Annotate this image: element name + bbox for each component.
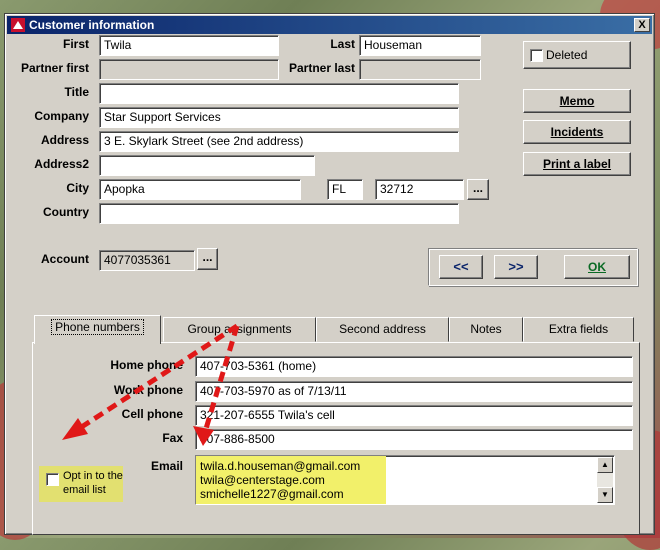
- app-icon: [11, 18, 25, 32]
- title-field[interactable]: [99, 83, 459, 104]
- home-phone-label: Home phone: [110, 358, 183, 372]
- tab-phone-numbers[interactable]: Phone numbers: [34, 315, 161, 344]
- email-item[interactable]: twila@centerstage.com: [200, 473, 614, 487]
- account-lookup-button[interactable]: ...: [197, 248, 218, 270]
- home-phone-field[interactable]: 407-703-5361 (home): [195, 356, 633, 377]
- zip-lookup-button[interactable]: ...: [467, 179, 489, 200]
- city-field[interactable]: Apopka: [99, 179, 301, 200]
- optin-label-line1: Opt in to the: [63, 470, 123, 482]
- window-title: Customer information: [29, 18, 155, 32]
- partner-last-field[interactable]: [359, 59, 481, 80]
- tab-notes[interactable]: Notes: [449, 317, 523, 342]
- deleted-checkbox[interactable]: [530, 49, 543, 62]
- memo-button-label: Memo: [559, 94, 595, 108]
- tab-phone-numbers-label: Phone numbers: [51, 319, 144, 335]
- optin-label-line2: email list: [63, 484, 106, 496]
- cell-phone-label: Cell phone: [121, 407, 183, 421]
- zip-field[interactable]: 32712: [375, 179, 464, 200]
- partner-last-label: Partner last: [288, 61, 355, 75]
- memo-button[interactable]: Memo: [523, 89, 631, 113]
- optin-label: Opt in to the email list: [63, 469, 123, 497]
- previous-record-button[interactable]: <<: [439, 255, 483, 279]
- email-scrollbar[interactable]: ▲ ▼: [597, 457, 613, 503]
- ok-button-label: OK: [588, 260, 606, 274]
- account-field[interactable]: 4077035361: [99, 250, 195, 271]
- print-label-button-label: Print a label: [542, 157, 612, 171]
- country-field[interactable]: [99, 203, 459, 224]
- incidents-button-label: Incidents: [550, 125, 604, 139]
- next-record-button[interactable]: >>: [494, 255, 538, 279]
- company-field[interactable]: Star Support Services: [99, 107, 459, 128]
- title-bar[interactable]: Customer information X: [7, 16, 652, 34]
- email-list[interactable]: twila.d.houseman@gmail.com twila@centers…: [195, 455, 615, 505]
- email-item[interactable]: twila.d.houseman@gmail.com: [200, 459, 614, 473]
- phone-numbers-panel: Home phone 407-703-5361 (home) Work phon…: [32, 342, 640, 535]
- first-name-field[interactable]: Twila: [99, 35, 279, 56]
- optin-checkbox[interactable]: [46, 473, 59, 486]
- title-label: Title: [64, 85, 89, 99]
- tab-second-address[interactable]: Second address: [316, 317, 449, 342]
- country-label: Country: [43, 205, 89, 219]
- first-name-label: First: [62, 37, 89, 51]
- address2-label: Address2: [34, 157, 89, 171]
- tab-extra-fields[interactable]: Extra fields: [523, 317, 634, 342]
- account-label: Account: [41, 252, 89, 266]
- last-name-field[interactable]: Houseman: [359, 35, 481, 56]
- work-phone-label: Work phone: [113, 383, 183, 397]
- scroll-down-arrow-icon[interactable]: ▼: [597, 487, 613, 503]
- partner-first-field[interactable]: [99, 59, 279, 80]
- ok-button[interactable]: OK: [564, 255, 630, 279]
- deleted-checkbox-box[interactable]: Deleted: [523, 41, 631, 69]
- customer-info-window: Customer information X First Twila Last …: [4, 13, 655, 535]
- address-label: Address: [40, 133, 89, 147]
- address2-field[interactable]: [99, 155, 315, 176]
- deleted-label: Deleted: [546, 48, 588, 62]
- incidents-button[interactable]: Incidents: [523, 120, 631, 144]
- fax-label: Fax: [162, 431, 183, 445]
- tab-group-assignments[interactable]: Group assignments: [163, 317, 316, 342]
- address-field[interactable]: 3 E. Skylark Street (see 2nd address): [99, 131, 459, 152]
- email-item[interactable]: smichelle1227@gmail.com: [200, 487, 614, 501]
- fax-field[interactable]: 407-886-8500: [195, 429, 633, 450]
- city-label: City: [66, 181, 89, 195]
- state-field[interactable]: FL: [327, 179, 363, 200]
- close-button[interactable]: X: [634, 18, 650, 32]
- last-name-label: Last: [330, 37, 355, 51]
- company-label: Company: [34, 109, 89, 123]
- print-label-button[interactable]: Print a label: [523, 152, 631, 176]
- scroll-up-arrow-icon[interactable]: ▲: [597, 457, 613, 473]
- work-phone-field[interactable]: 407-703-5970 as of 7/13/11: [195, 381, 633, 402]
- cell-phone-field[interactable]: 321-207-6555 Twila's cell: [195, 405, 633, 426]
- partner-first-label: Partner first: [20, 61, 89, 75]
